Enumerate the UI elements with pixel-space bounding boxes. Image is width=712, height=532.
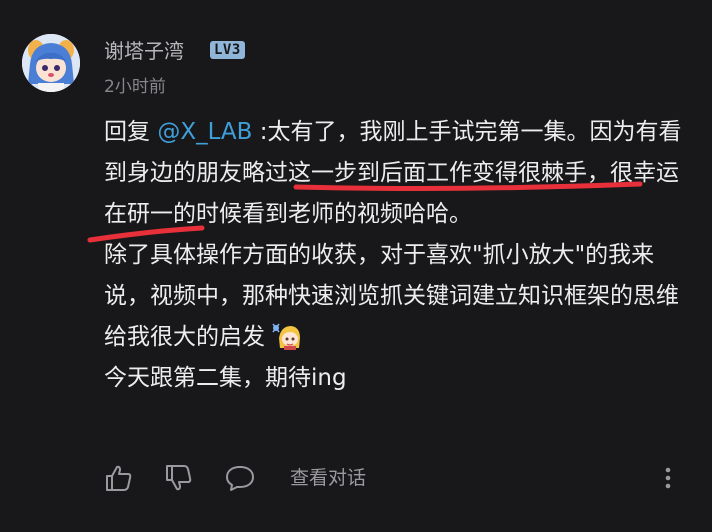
thumbs-up-icon[interactable] — [103, 462, 135, 494]
comment-paragraph-3: 今天跟第二集，期待ing — [104, 358, 689, 399]
view-conversation-link[interactable]: 查看对话 — [290, 466, 366, 490]
comment-card: 谢塔子湾 LV3 2小时前 回复 @X_LAB :太有了，我刚上手试完第一集。因… — [0, 0, 712, 532]
timestamp: 2小时前 — [104, 77, 166, 97]
mention-link[interactable]: @X_LAB — [157, 119, 252, 145]
comment-text-3: 今天跟第二集，期待ing — [104, 365, 347, 391]
comment-paragraph-1: 回复 @X_LAB :太有了，我刚上手试完第一集。因为有看到身边的朋友略过这一步… — [104, 112, 689, 235]
level-badge: LV3 — [210, 41, 245, 59]
speech-bubble-icon[interactable] — [224, 462, 256, 494]
thumbs-down-icon[interactable] — [163, 462, 195, 494]
reply-prefix: 回复 — [104, 119, 158, 145]
avatar[interactable] — [22, 34, 80, 92]
comment-body: 回复 @X_LAB :太有了，我刚上手试完第一集。因为有看到身边的朋友略过这一步… — [104, 112, 689, 399]
comment-text-2: 除了具体操作方面的收获，对于喜欢"抓小放大"的我来说，视频中，那种快速浏览抓关键… — [104, 242, 679, 350]
comment-actions: 查看对话 — [0, 456, 712, 500]
username[interactable]: 谢塔子湾 — [104, 39, 184, 63]
avatar-image — [22, 34, 80, 92]
comment-paragraph-2: 除了具体操作方面的收获，对于喜欢"抓小放大"的我来说，视频中，那种快速浏览抓关键… — [104, 235, 689, 358]
anime-girl-sticker-icon — [269, 320, 303, 350]
vertical-dots-icon[interactable] — [656, 462, 680, 494]
